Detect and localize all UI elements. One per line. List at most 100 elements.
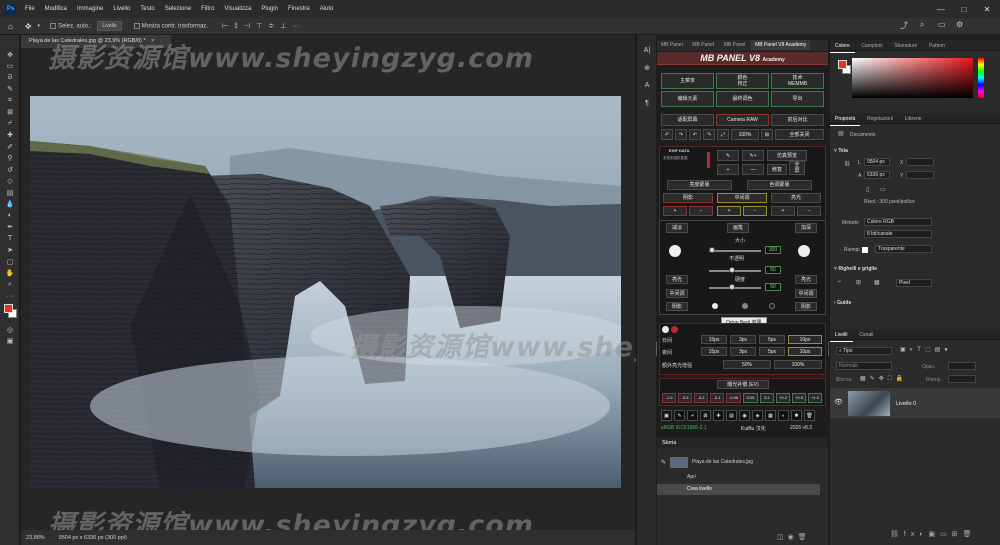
- shadows-plus-button[interactable]: +: [663, 206, 687, 216]
- ev-plus-02[interactable]: +0.2: [776, 393, 790, 403]
- midtones-minus-button[interactable]: −: [743, 206, 767, 216]
- trash-icon[interactable]: 🗑: [804, 410, 815, 421]
- color-fg-swatch[interactable]: [838, 60, 847, 69]
- dodge-highlights-button[interactable]: 亮光: [666, 275, 688, 284]
- align-left-icon[interactable]: ⊢: [222, 22, 228, 30]
- highlights-plus-button[interactable]: +: [771, 206, 795, 216]
- menu-selezione[interactable]: Selezione: [160, 6, 196, 12]
- tool-preset-chevron-icon[interactable]: ▾: [38, 23, 41, 29]
- auto-select-dropdown[interactable]: Livello: [97, 21, 122, 31]
- mb-tool-2-icon[interactable]: ✎: [674, 410, 685, 421]
- guide-icon[interactable]: ▦: [874, 279, 880, 286]
- mb-tab-2[interactable]: MB Panel: [688, 40, 718, 50]
- fit-screen-button[interactable]: 适配屏幕: [661, 114, 714, 126]
- canvas-section[interactable]: ˅ Tela: [834, 148, 848, 154]
- highlights-minus-button[interactable]: −: [797, 206, 821, 216]
- dodge-button[interactable]: 减淡: [666, 223, 688, 233]
- healing-icon[interactable]: ✚: [0, 130, 20, 142]
- grid-icon[interactable]: ⊞: [856, 279, 861, 286]
- day-15px-button[interactable]: 15px: [701, 335, 727, 344]
- stamp-icon[interactable]: ⚲: [0, 153, 20, 165]
- step-back-icon[interactable]: ↶: [689, 129, 701, 140]
- history-snapshot[interactable]: ✎ Playa de las Catedrales.jpg: [657, 454, 828, 470]
- color-spectrum[interactable]: [852, 58, 973, 98]
- more-options-icon[interactable]: ···: [292, 23, 299, 30]
- color-correct-button[interactable]: 颜色 校正: [716, 73, 769, 89]
- main-menu-button[interactable]: 主菜单: [661, 73, 714, 89]
- width-field[interactable]: 9504 px: [864, 158, 890, 166]
- tab-librerie[interactable]: Librerie: [900, 113, 927, 125]
- zoom-icon[interactable]: ⌕: [0, 279, 20, 291]
- lasso-icon[interactable]: ᘐ: [0, 72, 20, 84]
- paragraph-icon[interactable]: ¶: [637, 98, 657, 110]
- close-window-button[interactable]: ✕: [976, 0, 998, 18]
- day-3px-button[interactable]: 3px: [730, 335, 756, 344]
- black-dot-icon[interactable]: [769, 303, 775, 309]
- undo-icon[interactable]: ↶: [661, 129, 673, 140]
- foreground-swatch[interactable]: [4, 304, 13, 313]
- blend-mode-dropdown[interactable]: Normale: [836, 362, 892, 370]
- shadows-minus-button[interactable]: −: [689, 206, 713, 216]
- dodge-shadows-button[interactable]: 阴影: [666, 302, 688, 311]
- day-5px-button[interactable]: 5px: [759, 335, 785, 344]
- luminosity-mask-button[interactable]: 亮度蒙版: [667, 180, 732, 190]
- more-tools-icon[interactable]: ···: [0, 291, 20, 303]
- auto-select-checkbox[interactable]: Selez. auto.:: [50, 22, 91, 29]
- mb-tool-10-icon[interactable]: ◐: [778, 410, 789, 421]
- mb-tool-11-icon[interactable]: ✱: [791, 410, 802, 421]
- menu-immagine[interactable]: Immagine: [72, 6, 108, 12]
- mb-tool-9-icon[interactable]: ▦: [765, 410, 776, 421]
- home-icon[interactable]: ⌂: [8, 22, 13, 31]
- layer-fill-field[interactable]: [948, 375, 976, 383]
- edit-elements-button[interactable]: 编辑元素: [661, 91, 714, 107]
- burn-midtones-button[interactable]: 中间调: [795, 289, 817, 298]
- layer-row[interactable]: 👁 Livello 0: [830, 388, 1000, 418]
- lock-icons[interactable]: ▦✎✥⛶🔒: [860, 375, 907, 383]
- night-10px-button[interactable]: 10px: [788, 347, 822, 356]
- tab-pattern[interactable]: Pattern: [924, 40, 950, 52]
- artboard-icon[interactable]: ▭: [0, 61, 20, 73]
- gray-dot-icon[interactable]: [742, 303, 748, 309]
- mb-tool-3-icon[interactable]: ⌿: [687, 410, 698, 421]
- menu-file[interactable]: File: [20, 6, 40, 12]
- align-center-icon[interactable]: ‡: [234, 23, 238, 30]
- mb-tool-1-icon[interactable]: ▣: [661, 410, 672, 421]
- before-after-button[interactable]: 前后对比: [771, 114, 824, 126]
- add-icon[interactable]: +: [717, 164, 739, 175]
- history-step-open[interactable]: Apri: [657, 472, 828, 483]
- minimize-button[interactable]: —: [930, 0, 952, 18]
- ruler-icon[interactable]: ⌐: [838, 279, 842, 285]
- night-3px-button[interactable]: 3px: [730, 347, 756, 356]
- redo-icon[interactable]: ↷: [675, 129, 687, 140]
- size-slider-knob[interactable]: [709, 247, 715, 253]
- color-mask-button[interactable]: 色调蒙版: [747, 180, 812, 190]
- rulers-section[interactable]: ˅ Righelli e griglie: [834, 266, 877, 272]
- mb-tab-1[interactable]: MB Panel: [657, 40, 687, 50]
- ev-plus-01[interactable]: 0.1: [760, 393, 774, 403]
- menu-filtro[interactable]: Filtro: [196, 6, 219, 12]
- brush-icon[interactable]: ✐: [0, 141, 20, 153]
- ev-plus-005[interactable]: 0.05: [743, 393, 758, 403]
- highlights-button[interactable]: 亮光: [771, 193, 821, 203]
- menu-modifica[interactable]: Modifica: [40, 6, 72, 12]
- eyedropper-icon[interactable]: ⌿: [0, 118, 20, 130]
- guides-section[interactable]: › Guide: [834, 300, 851, 306]
- history-tab[interactable]: Storia: [657, 437, 828, 448]
- midtones-button[interactable]: 中间调: [717, 193, 767, 203]
- dodge-brush-icon[interactable]: [669, 245, 681, 257]
- align-right-icon[interactable]: ⊣: [244, 22, 250, 30]
- layer-opacity-field[interactable]: [948, 362, 976, 370]
- method-dropdown[interactable]: Colore RGB: [864, 218, 932, 226]
- pencil-icon[interactable]: ✎: [717, 150, 739, 161]
- tab-livelli[interactable]: Livelli: [830, 329, 853, 342]
- eraser-icon[interactable]: ◇: [0, 176, 20, 188]
- menu-testo[interactable]: Testo: [135, 6, 159, 12]
- tab-proprieta[interactable]: Proprietà: [830, 113, 861, 126]
- align-middle-icon[interactable]: ≑: [268, 22, 274, 30]
- path-select-icon[interactable]: ➤: [0, 245, 20, 257]
- ai-icon[interactable]: A|: [637, 45, 657, 57]
- hue-slider[interactable]: [978, 58, 984, 98]
- ev-minus-05[interactable]: -0.5: [678, 393, 692, 403]
- burn-button[interactable]: 加深: [795, 223, 817, 233]
- move-icon[interactable]: ✥: [0, 49, 20, 61]
